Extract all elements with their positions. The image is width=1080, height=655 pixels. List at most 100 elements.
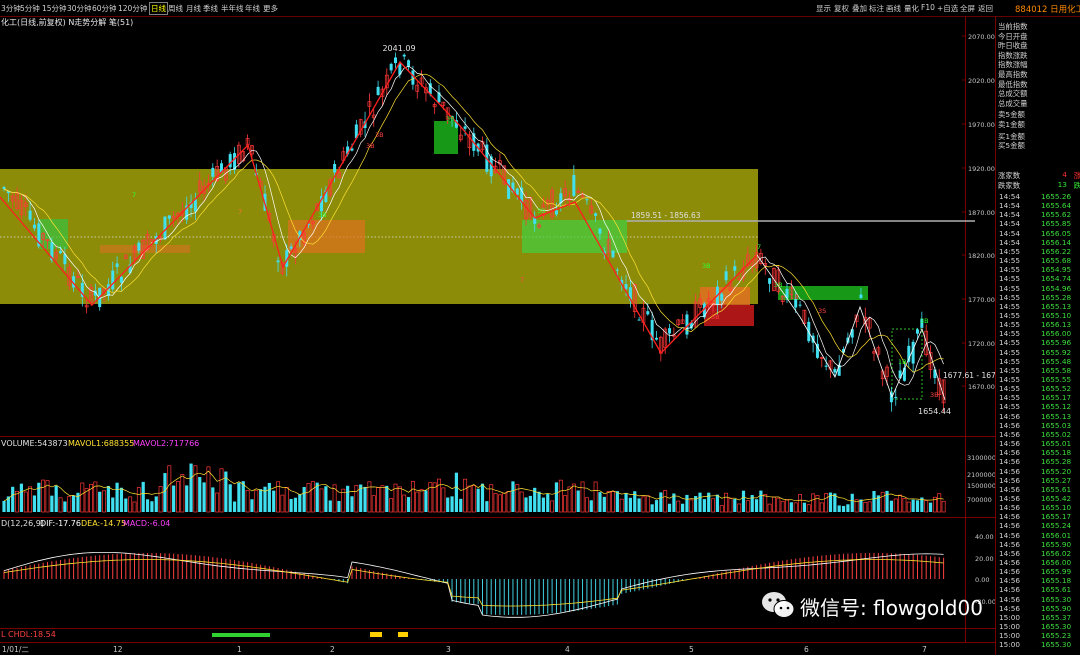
period-monthly[interactable]: 月线 <box>186 3 201 14</box>
volume-bar <box>346 485 350 512</box>
macd-value: MACD:-6.04 <box>123 519 170 528</box>
tick-time: 14:54 <box>999 228 1021 238</box>
volume-bar <box>937 493 942 513</box>
volume-bar <box>546 493 550 512</box>
quote-row: 卖1金额 <box>997 119 1080 128</box>
add-watchlist-button[interactable]: +自选 <box>937 3 958 14</box>
up-count-trail: 涨 <box>1073 171 1080 180</box>
tick-price: 1655.13 <box>1041 301 1072 311</box>
volume-bars <box>2 463 946 513</box>
x-label: 1/01/二 <box>2 645 29 654</box>
badge: 3B <box>537 207 546 215</box>
volume-bar <box>689 499 694 513</box>
period-120min[interactable]: 120分钟 <box>118 3 147 14</box>
tick-price: 1655.96 <box>1041 338 1072 348</box>
candle-body <box>598 228 602 234</box>
mavol1-line <box>3 470 944 503</box>
fullscreen-button[interactable]: 全屏 <box>960 3 975 14</box>
overlay-button[interactable]: 叠加 <box>852 3 867 14</box>
quote-row-label: 卖5金额 <box>998 110 1025 119</box>
orange-box <box>700 287 750 305</box>
x-label: 5 <box>689 645 694 654</box>
candle-body <box>594 213 598 216</box>
period-30min[interactable]: 30分钟 <box>67 3 92 14</box>
volume-bar <box>485 501 489 512</box>
volume-bar <box>324 486 328 512</box>
tick-time: 14:55 <box>999 347 1021 357</box>
volume-tick-label: 3100000 <box>967 454 995 462</box>
volume-bar <box>419 489 424 513</box>
period-more[interactable]: 更多 <box>263 3 278 14</box>
quote-row: 最高指数 <box>997 69 1080 78</box>
adjust-button[interactable]: 复权 <box>834 3 849 14</box>
volume-bar <box>228 484 232 512</box>
price-tick-label: 1720.00 <box>968 340 995 348</box>
down-count-label: 跌家数 <box>998 181 1021 190</box>
volume-bar <box>528 495 532 512</box>
volume-bar <box>180 474 185 513</box>
macd-title: D(12,26,9) <box>1 519 44 528</box>
quote-row-label: 最高指数 <box>998 70 1028 79</box>
volume-bar <box>376 487 381 513</box>
down-count-trail: 跌 <box>1073 181 1080 190</box>
tick-price: 1655.28 <box>1041 457 1072 467</box>
badge: 7 <box>757 243 761 251</box>
volume-bar <box>872 491 876 512</box>
volume-bar <box>906 501 911 513</box>
quote-row-label: 买1金额 <box>998 131 1025 140</box>
volume-bar <box>681 503 685 512</box>
volume-bar <box>924 500 929 513</box>
tick-price: 1655.55 <box>1041 375 1072 384</box>
volume-bar <box>698 492 702 512</box>
volume-bar <box>524 497 528 512</box>
period-yearly[interactable]: 年线 <box>245 3 260 14</box>
tick-time: 14:56 <box>999 576 1021 586</box>
tick-time: 14:56 <box>999 567 1021 577</box>
tick-row: 14:55 1655.55 <box>997 375 1080 384</box>
chdl-markers <box>212 632 408 637</box>
candle-body <box>668 328 672 334</box>
tick-price: 1655.37 <box>1041 612 1072 622</box>
candle-body <box>333 164 337 173</box>
tick-time: 14:56 <box>999 420 1021 430</box>
period-halfyear[interactable]: 半年线 <box>221 3 244 14</box>
candle-body <box>28 210 32 220</box>
period-weekly[interactable]: 周线 <box>168 3 183 14</box>
tick-time: 14:55 <box>999 310 1021 320</box>
badge: 3B <box>711 313 720 321</box>
volume-bar <box>737 503 742 513</box>
tick-row: 14:55 1655.12 <box>997 402 1080 411</box>
period-daily[interactable]: 日线 <box>149 2 168 15</box>
tick-row: 14:54 1655.64 <box>997 201 1080 210</box>
f10-button[interactable]: F10 <box>921 3 935 12</box>
period-60min[interactable]: 60分钟 <box>92 3 117 14</box>
volume-bar <box>554 482 559 512</box>
candle-body <box>615 269 619 271</box>
period-quarterly[interactable]: 季线 <box>203 3 218 14</box>
volume-bar <box>802 502 806 512</box>
tick-time: 14:56 <box>999 585 1021 595</box>
tick-row: 14:56 1655.10 <box>997 503 1080 512</box>
tick-time: 14:55 <box>999 320 1021 330</box>
quote-row: 指数涨跌 <box>997 50 1080 59</box>
tick-row: 14:55 1655.58 <box>997 366 1080 375</box>
display-button[interactable]: 显示 <box>816 3 831 14</box>
draw-button[interactable]: 画线 <box>886 3 901 14</box>
volume-bar <box>410 480 415 513</box>
volume-bar <box>506 491 511 513</box>
x-label: 7 <box>922 645 927 654</box>
volume-bar <box>589 500 593 512</box>
period-5min[interactable]: 5分钟 <box>20 3 40 14</box>
tick-row: 14:55 1655.68 <box>997 256 1080 265</box>
period-15min[interactable]: 15分钟 <box>42 3 67 14</box>
period-3min[interactable]: 3分钟 <box>1 3 21 14</box>
right-label: 1677.61 - 1675. <box>943 371 995 380</box>
tick-time: 14:56 <box>999 439 1021 449</box>
quant-button[interactable]: 量化 <box>904 3 919 14</box>
candle-body <box>724 271 728 281</box>
back-button[interactable]: 返回 <box>978 3 993 14</box>
volume-bar <box>915 500 920 512</box>
tick-time: 14:54 <box>999 210 1021 220</box>
volume-bar <box>654 500 659 512</box>
annotate-button[interactable]: 标注 <box>869 3 884 14</box>
